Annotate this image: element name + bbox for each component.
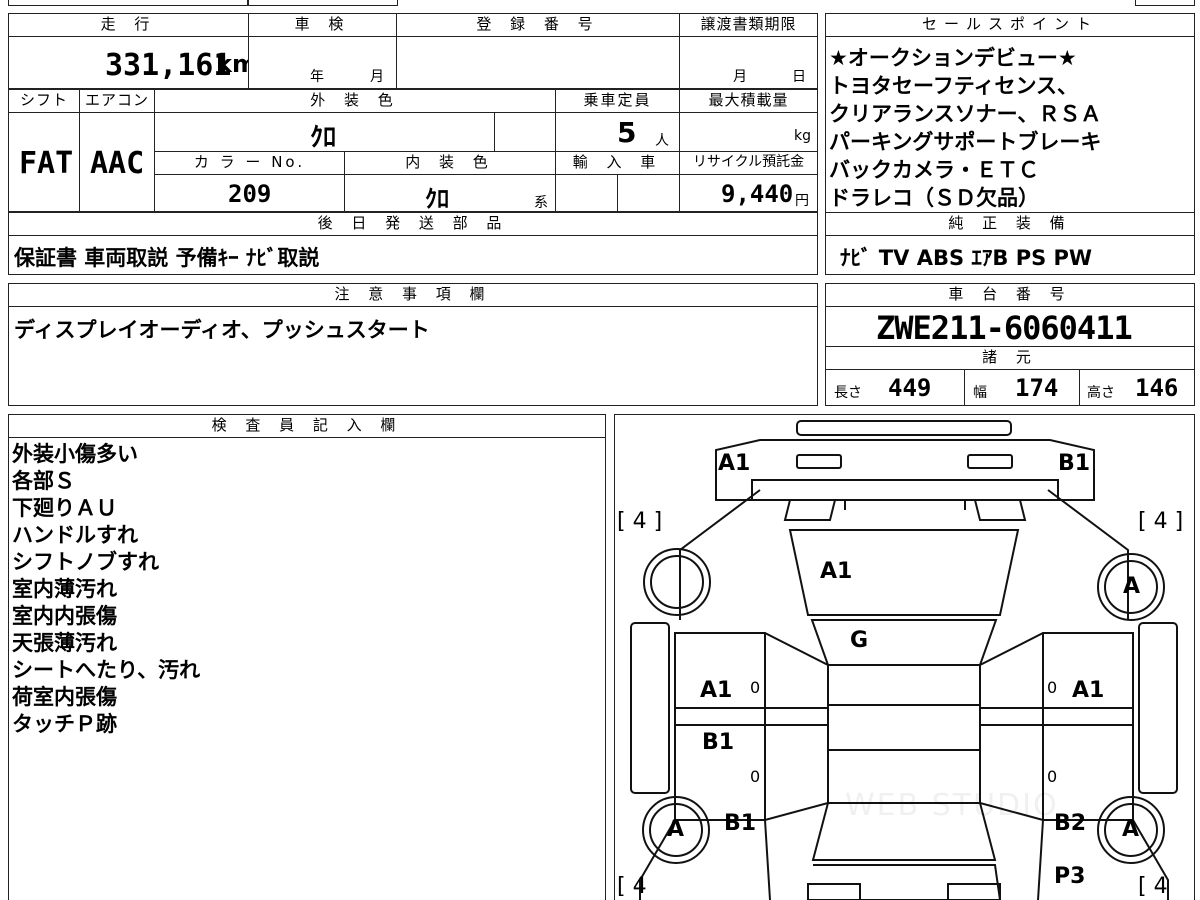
tire-front-left: [ 4 ] (617, 509, 663, 534)
width-value: 174 (1015, 374, 1059, 402)
tire-rear-right: [ 4 (1138, 874, 1168, 899)
chassis-header: 車 台 番 号 (825, 283, 1195, 307)
notes-value: ディスプレイオーディオ、プッシュスタート (14, 318, 430, 342)
later-parts-header: 後 日 発 送 部 品 (8, 212, 818, 236)
inspector-note-item: 室内内張傷 (12, 604, 117, 628)
recycle-header: リサイクル預託金 (679, 151, 818, 175)
capacity-unit: 人 (655, 133, 669, 149)
damage-front-left-door: A1 (700, 678, 733, 703)
watermark: WEB STUDIO (845, 788, 1059, 823)
car-diagram (630, 420, 1178, 900)
later-parts-value: 保証書 車両取説 予備ｷｰ ﾅﾋﾞ取説 (14, 246, 320, 270)
import-cell-a (555, 174, 618, 212)
inspector-note-item: シフトノブすれ (12, 550, 159, 574)
tire-front-right: [ 4 ] (1138, 509, 1184, 534)
inspector-note-item: 下廻りＡＵ (12, 496, 117, 520)
width-label: 幅 (973, 385, 987, 401)
capacity-header: 乗車定員 (555, 89, 680, 113)
inspection-header: 車 検 (248, 13, 397, 37)
shift-header: シフト (8, 89, 80, 113)
max-load-unit: kg (794, 128, 811, 144)
max-load-header: 最大積載量 (679, 89, 818, 113)
damage-rear-left-fender: B1 (724, 811, 757, 836)
chassis-value: ZWE211-6060411 (876, 309, 1133, 347)
sales-point-item: ★オークションデビュー★ (829, 46, 1077, 70)
damage-windshield: G (850, 628, 869, 653)
recycle-value: 9,440 (721, 180, 794, 208)
mileage-value: 331,161 (105, 48, 232, 83)
top-remnant-mid (248, 0, 398, 6)
transfer-day: 日 (792, 69, 806, 85)
inspector-note-item: 天張薄汚れ (12, 631, 117, 655)
inspector-note-item: 室内薄汚れ (12, 577, 117, 601)
sales-point-header: セールスポイント (825, 13, 1195, 37)
wheel-front-right-grade: A (1123, 574, 1141, 599)
inspector-note-item: タッチＰ跡 (12, 712, 117, 736)
capacity-value: 5 (617, 116, 637, 149)
height-value: 146 (1135, 374, 1179, 402)
aircon-value: AAC (90, 146, 145, 181)
interior-color-suffix: 系 (534, 195, 548, 211)
recycle-unit: 円 (795, 193, 809, 209)
sales-point-item: パーキングサポートブレーキ (829, 130, 1102, 154)
color-no-value: 209 (228, 180, 272, 208)
import-header: 輸 入 車 (555, 151, 680, 175)
specs-header: 諸 元 (825, 346, 1195, 370)
inspector-note-item: 荷室内張傷 (12, 685, 117, 709)
transfer-month: 月 (733, 69, 747, 85)
damage-hood: A1 (820, 559, 853, 584)
inspector-note-item: ハンドルすれ (12, 523, 138, 547)
inspection-month: 月 (370, 69, 384, 85)
damage-rear-left-door: B1 (702, 730, 735, 755)
sales-points-list: ★オークションデビュー★ トヨタセーフティセンス、 クリアランスソナー、ＲＳＡ パーキ… (829, 44, 1191, 212)
notes-header: 注 意 事 項 欄 (8, 283, 818, 307)
mileage-header: 走 行 (8, 13, 249, 37)
inspector-note-item: シートへたり、汚れ (12, 658, 201, 682)
length-label: 長さ (834, 385, 862, 401)
damage-front-right-door: A1 (1072, 678, 1105, 703)
damage-rear-right-quarter: B2 (1054, 811, 1087, 836)
color-no-header: カ ラ ー No. (154, 151, 345, 175)
sales-point-item: ドラレコ（ＳＤ欠品） (829, 186, 1039, 210)
wheel-rear-left-grade: A (667, 817, 685, 842)
interior-color-header: 内 装 色 (344, 151, 556, 175)
exterior-color-value: ｸﾛ (310, 123, 337, 153)
damage-front-right: B1 (1058, 451, 1091, 476)
wheel-rear-right-grade: A (1122, 817, 1140, 842)
zero-mark-4: 0 (1047, 767, 1058, 786)
zero-mark-2: 0 (1047, 678, 1058, 697)
height-label: 高さ (1087, 385, 1115, 401)
registration-cell (396, 36, 680, 89)
exterior-color-extra (494, 112, 556, 152)
sales-point-item: バックカメラ・ＥＴＣ (829, 158, 1039, 182)
import-cell-b (617, 174, 680, 212)
interior-color-cell (344, 174, 556, 212)
inspector-notes-list: 外装小傷多い 各部Ｓ 下廻りＡＵ ハンドルすれ シフトノブすれ 室内薄汚れ室内内張傷天張薄… (12, 441, 592, 738)
inspector-note-item: 各部Ｓ (12, 469, 75, 493)
interior-color-value: ｸﾛ (425, 185, 449, 213)
inspector-note-item: 外装小傷多い (12, 442, 138, 466)
zero-mark-3: 0 (750, 767, 761, 786)
aircon-header: エアコン (79, 89, 155, 113)
genuine-equipment-header: 純 正 装 備 (825, 212, 1195, 236)
length-value: 449 (888, 374, 932, 402)
genuine-equipment-value: ﾅﾋﾞ TV ABS ｴｱB PS PW (840, 246, 1093, 270)
zero-mark-1: 0 (750, 678, 761, 697)
sales-point-item: トヨタセーフティセンス、 (829, 74, 1079, 98)
shift-value: FAT (19, 146, 74, 181)
damage-rear-right: P3 (1054, 864, 1086, 889)
tire-rear-left: [ 4 (617, 874, 647, 899)
inspection-year: 年 (310, 69, 324, 85)
exterior-color-header: 外 装 色 (154, 89, 556, 113)
top-remnant-right (1135, 0, 1195, 6)
damage-front-left: A1 (718, 451, 751, 476)
top-remnant-left (8, 0, 248, 6)
transfer-deadline-header: 譲渡書類期限 (679, 13, 818, 37)
registration-header: 登 録 番 号 (396, 13, 680, 37)
sales-point-item: クリアランスソナー、ＲＳＡ (829, 102, 1102, 126)
inspector-header: 検 査 員 記 入 欄 (8, 414, 606, 438)
